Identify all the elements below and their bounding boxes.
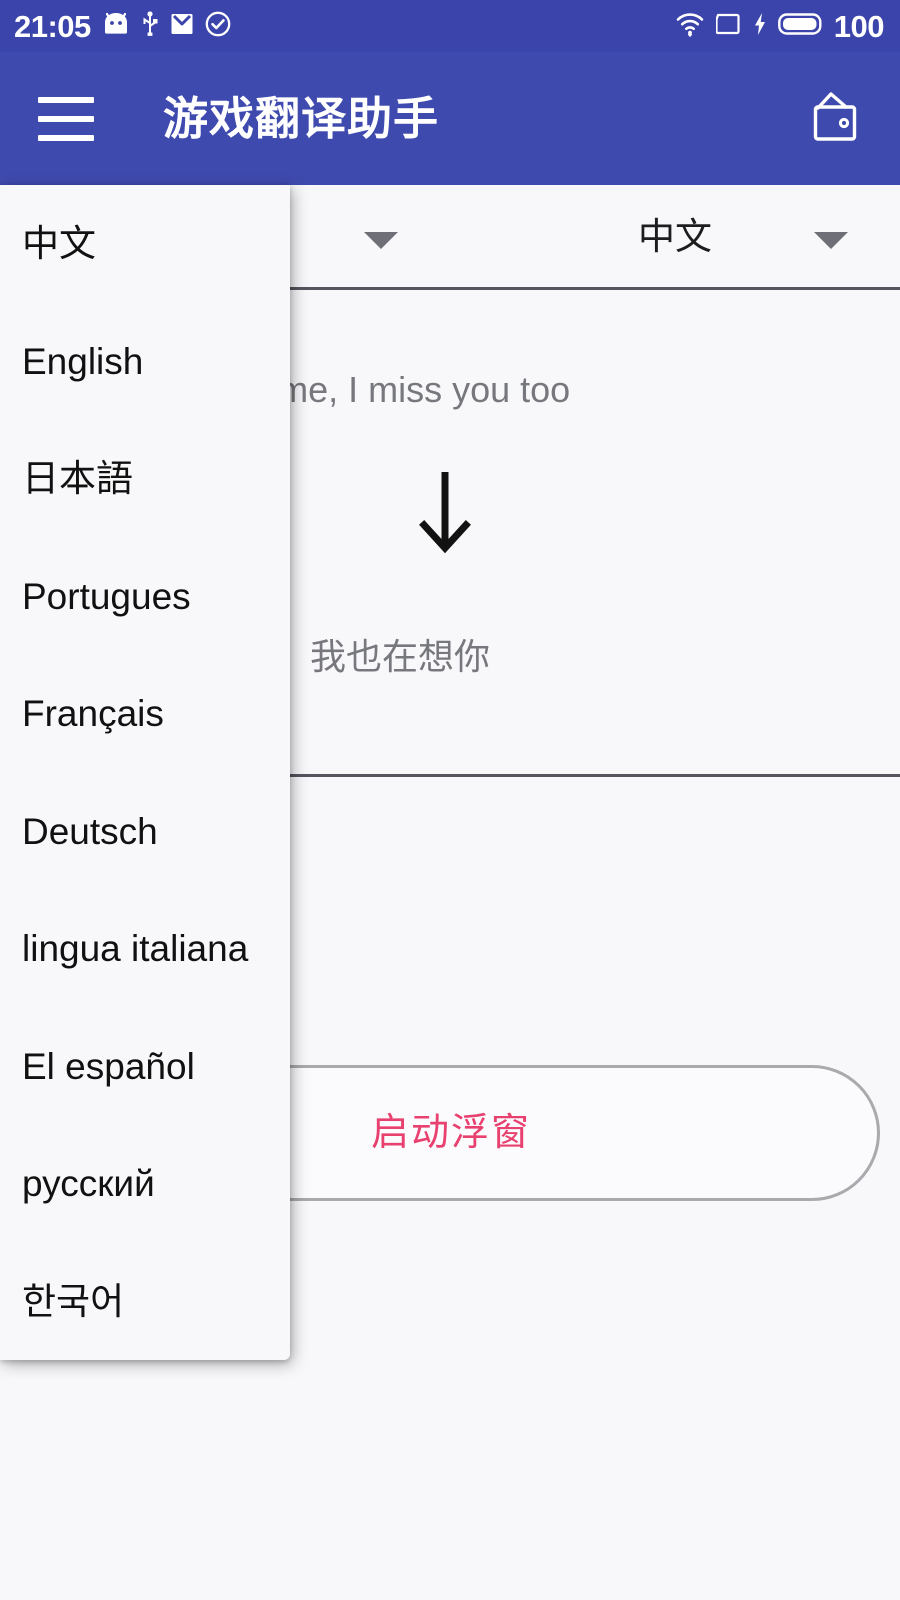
battery-percentage: 100 xyxy=(833,8,885,44)
language-option-4[interactable]: Français xyxy=(0,655,290,773)
check-circle-icon xyxy=(205,11,231,42)
language-option-label: Français xyxy=(22,693,164,735)
hamburger-menu-icon[interactable] xyxy=(38,89,102,149)
charging-bolt-icon xyxy=(753,12,767,41)
sim-card-icon xyxy=(715,13,742,40)
language-option-2[interactable]: 日本語 xyxy=(0,420,290,538)
wallet-icon[interactable] xyxy=(800,84,870,154)
page-title: 游戏翻译助手 xyxy=(163,93,440,144)
language-dropdown-menu[interactable]: 中文 English 日本語 Portugues Français Deutsc… xyxy=(0,185,290,1360)
language-option-label: English xyxy=(22,340,144,382)
language-option-label: Deutsch xyxy=(22,810,158,852)
language-option-3[interactable]: Portugues xyxy=(0,538,290,656)
language-option-0[interactable]: 中文 xyxy=(0,185,290,303)
language-option-label: lingua italiana xyxy=(22,928,249,970)
hamburger-line xyxy=(38,115,94,122)
language-option-9[interactable]: 한국어 xyxy=(0,1243,290,1361)
hamburger-line xyxy=(38,134,94,141)
usb-icon xyxy=(141,10,159,42)
language-option-1[interactable]: English xyxy=(0,303,290,421)
mail-icon xyxy=(170,12,194,41)
language-option-label: 日本語 xyxy=(22,458,133,500)
status-bar-right-group: 100 xyxy=(675,8,885,44)
hamburger-line xyxy=(38,96,94,103)
language-option-8[interactable]: русский xyxy=(0,1125,290,1243)
language-option-label: 한국어 xyxy=(22,1280,125,1322)
target-language-value: 中文 xyxy=(638,216,712,257)
arrow-down-icon xyxy=(415,468,475,558)
status-bar-clock: 21:05 xyxy=(14,8,91,44)
language-option-label: русский xyxy=(22,1163,155,1205)
wifi-icon xyxy=(675,11,705,42)
language-option-label: El español xyxy=(22,1045,195,1087)
chevron-down-icon xyxy=(814,231,848,249)
start-float-window-label: 启动浮窗 xyxy=(370,1112,531,1154)
app-screen: 21:05 100 游戏翻译助手 中文 When you miss me, I … xyxy=(0,0,900,1600)
android-robot-icon xyxy=(102,12,130,41)
target-language-spinner[interactable]: 中文 xyxy=(450,185,900,288)
status-bar-left-group: 21:05 xyxy=(14,11,231,42)
app-bar: 游戏翻译助手 xyxy=(0,52,900,185)
language-option-5[interactable]: Deutsch xyxy=(0,773,290,891)
language-option-6[interactable]: lingua italiana xyxy=(0,890,290,1008)
chevron-down-icon xyxy=(364,231,398,249)
battery-icon xyxy=(777,12,822,41)
language-option-label: Portugues xyxy=(22,575,191,617)
language-option-7[interactable]: El español xyxy=(0,1008,290,1126)
language-option-label: 中文 xyxy=(22,223,96,265)
status-bar: 21:05 100 xyxy=(0,0,900,52)
